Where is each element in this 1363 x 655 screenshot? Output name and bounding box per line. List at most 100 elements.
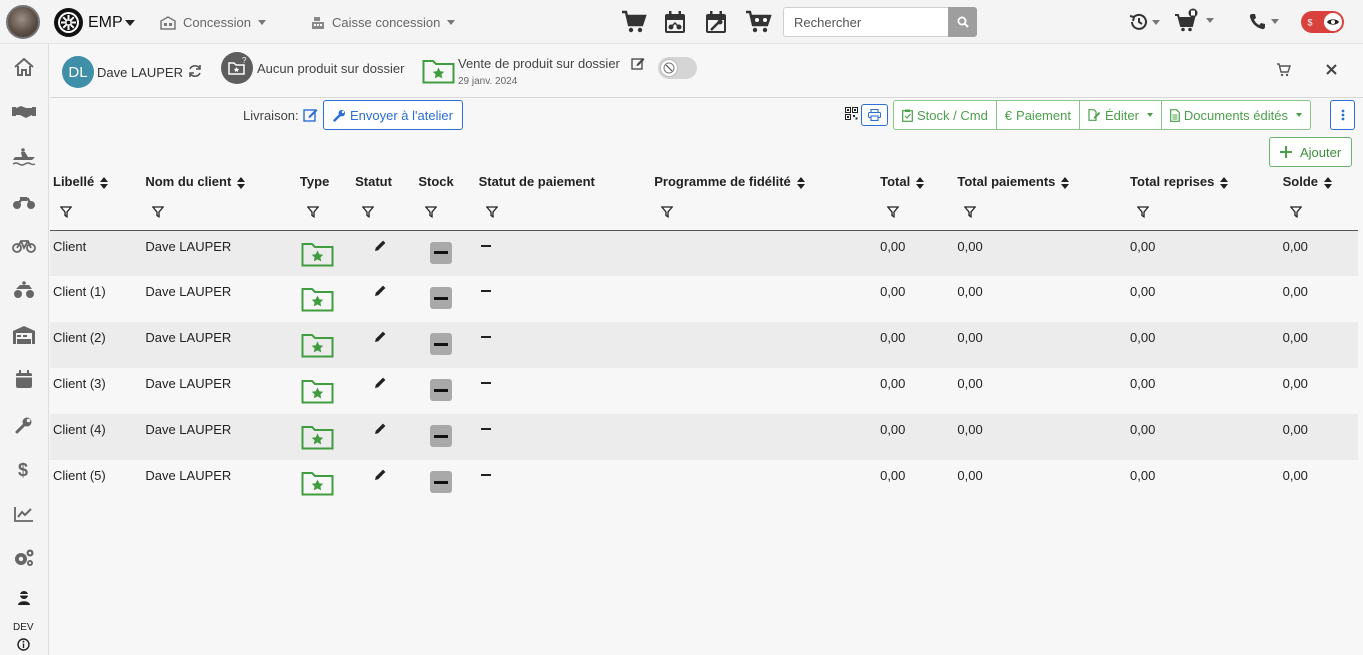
filter-icon[interactable] [877, 195, 955, 231]
pencil-icon[interactable] [352, 230, 415, 276]
history-menu[interactable] [1129, 12, 1160, 32]
brand-name[interactable]: EMP [88, 14, 123, 32]
pencil-icon[interactable] [352, 368, 415, 414]
stock-cmd-button[interactable]: Stock / Cmd [893, 100, 997, 130]
handshake-icon[interactable] [12, 100, 36, 124]
column-header-label: Total [880, 174, 911, 189]
table-row[interactable]: Client Dave LAUPER 0,00 0,00 0,00 0,00 [50, 230, 1358, 276]
calendar-moto-icon[interactable] [664, 10, 686, 34]
info-icon[interactable] [17, 638, 30, 651]
sort-icon[interactable] [916, 176, 925, 189]
column-header-loyalty[interactable]: Programme de fidélité [651, 168, 877, 195]
folder-star-icon[interactable] [297, 276, 352, 322]
edit-dropdown-button[interactable]: Éditer [1079, 100, 1162, 130]
sort-icon[interactable] [1324, 176, 1333, 189]
user-icon[interactable] [12, 586, 36, 610]
visibility-toggle[interactable]: $ [1301, 11, 1344, 33]
phone-menu[interactable] [1249, 13, 1279, 30]
column-header-type[interactable]: Type [297, 168, 352, 195]
table-row[interactable]: Client (5) Dave LAUPER 0,00 0,00 0,00 0,… [50, 460, 1358, 506]
calendar-icon[interactable] [12, 367, 36, 391]
wrench-icon[interactable] [12, 413, 36, 437]
cell-total-payments: 0,00 [957, 284, 983, 299]
cell-total: 0,00 [880, 422, 906, 437]
sort-icon[interactable] [1220, 176, 1229, 189]
column-header-statut[interactable]: Statut [352, 168, 415, 195]
chart-line-icon[interactable] [12, 502, 36, 526]
sort-icon[interactable] [1061, 176, 1070, 189]
cart-badge-menu[interactable] [1174, 8, 1214, 32]
table-row[interactable]: Client (3) Dave LAUPER 0,00 0,00 0,00 0,… [50, 368, 1358, 414]
filter-icon[interactable] [352, 195, 416, 231]
cart-icon[interactable] [621, 10, 647, 34]
nav-caisse-concession[interactable]: Caisse concession [311, 15, 456, 30]
sort-icon[interactable] [796, 176, 805, 189]
filter-icon[interactable] [142, 195, 297, 231]
nav-concession[interactable]: Concession [160, 15, 266, 30]
bicycle-icon[interactable] [12, 233, 36, 257]
column-header-total-trades[interactable]: Total reprises [1127, 168, 1280, 195]
filter-icon[interactable] [296, 195, 353, 231]
home-icon[interactable] [12, 55, 36, 79]
calendar-wrench-icon[interactable] [705, 10, 727, 34]
filter-icon[interactable] [1279, 195, 1358, 231]
folder-star-icon[interactable] [297, 322, 352, 368]
search-button[interactable] [948, 7, 977, 37]
motorcycle-icon[interactable] [12, 190, 36, 214]
column-header-balance[interactable]: Solde [1280, 168, 1358, 195]
column-header-client[interactable]: Nom du client [142, 168, 297, 195]
payment-button[interactable]: € Paiement [996, 100, 1080, 130]
folder-star-icon[interactable] [297, 414, 352, 460]
search-input[interactable] [783, 7, 949, 37]
filter-icon[interactable] [954, 195, 1128, 231]
store-icon[interactable] [12, 323, 36, 347]
column-header-total[interactable]: Total [877, 168, 954, 195]
folder-star-icon[interactable] [297, 460, 352, 506]
cart-moto-icon[interactable] [745, 10, 773, 34]
jetski-icon[interactable] [12, 145, 36, 169]
cogs-icon[interactable] [12, 546, 36, 570]
table-row[interactable]: Client (2) Dave LAUPER 0,00 0,00 0,00 0,… [50, 322, 1358, 368]
pencil-icon[interactable] [352, 322, 415, 368]
folder-star-icon[interactable] [297, 368, 352, 414]
filter-icon[interactable] [475, 195, 652, 231]
sort-icon[interactable] [100, 176, 109, 189]
chevron-down-icon[interactable] [125, 20, 135, 26]
send-workshop-button[interactable]: Envoyer à l'atelier [323, 100, 463, 130]
pencil-icon[interactable] [352, 414, 415, 460]
brand-logo[interactable] [53, 7, 84, 38]
column-header-stock[interactable]: Stock [415, 168, 475, 195]
atv-icon[interactable] [12, 278, 36, 302]
dollar-icon[interactable]: $ [12, 457, 36, 481]
cart-icon[interactable] [1276, 63, 1291, 77]
more-options-button[interactable] [1330, 100, 1355, 130]
table-row[interactable]: Client (1) Dave LAUPER 0,00 0,00 0,00 0,… [50, 276, 1358, 322]
folder-star-icon[interactable] [422, 58, 455, 84]
client-name[interactable]: Dave LAUPER [97, 65, 183, 80]
column-header-total-payments[interactable]: Total paiements [954, 168, 1127, 195]
user-avatar[interactable] [6, 5, 40, 39]
edit-icon[interactable] [631, 56, 645, 70]
folder-star-icon[interactable] [297, 230, 352, 276]
client-avatar[interactable]: DL [62, 56, 94, 88]
column-header-libelle[interactable]: Libellé [50, 168, 142, 195]
qrcode-icon[interactable] [845, 107, 858, 120]
edit-delivery-icon[interactable] [303, 107, 318, 122]
filter-icon[interactable] [415, 195, 476, 231]
refresh-icon[interactable] [188, 64, 202, 78]
cell-loyalty [651, 230, 877, 276]
column-header-payment-status[interactable]: Statut de paiement [476, 168, 652, 195]
dossier-toggle[interactable] [658, 57, 697, 79]
add-button[interactable]: Ajouter [1269, 137, 1353, 167]
filter-icon[interactable] [651, 195, 878, 231]
print-button[interactable] [861, 104, 888, 126]
pencil-icon[interactable] [352, 460, 415, 506]
pencil-icon[interactable] [352, 276, 415, 322]
documents-dropdown-button[interactable]: Documents édités [1161, 100, 1311, 130]
table-row[interactable]: Client (4) Dave LAUPER 0,00 0,00 0,00 0,… [50, 414, 1358, 460]
close-icon[interactable] [1326, 64, 1337, 75]
filter-icon[interactable] [50, 195, 143, 231]
folder-question-icon[interactable]: ? [221, 52, 253, 84]
filter-icon[interactable] [1127, 195, 1280, 231]
sort-icon[interactable] [237, 176, 246, 189]
